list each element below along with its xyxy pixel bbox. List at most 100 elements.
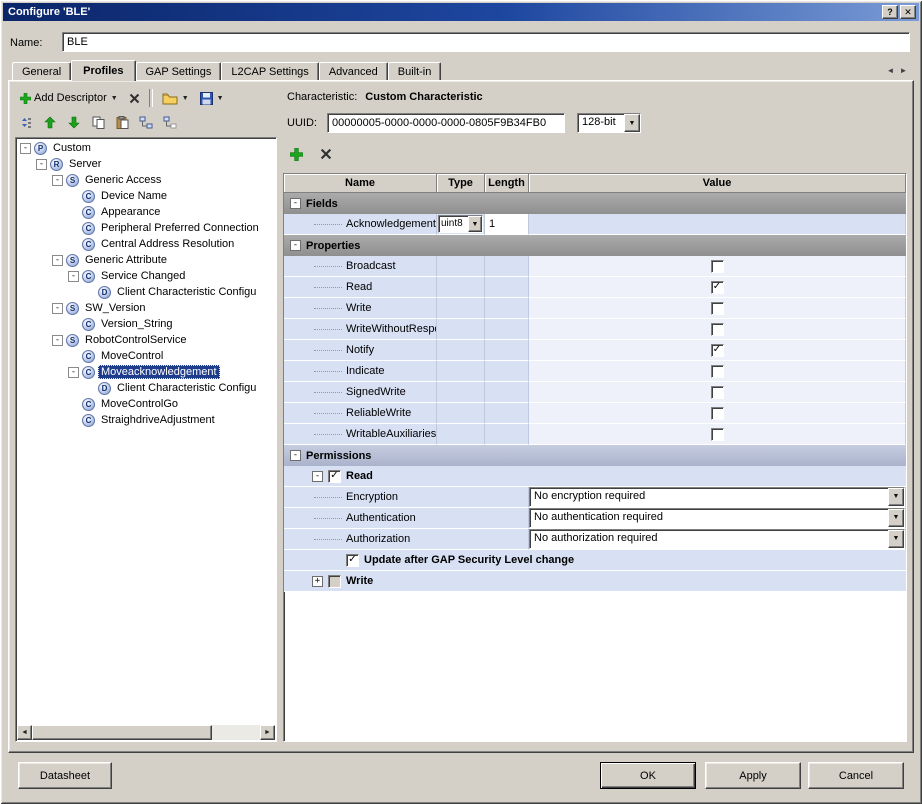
copy-button[interactable] <box>87 112 109 132</box>
column-header-type[interactable]: Type <box>437 174 485 193</box>
section-expander-icon[interactable]: - <box>290 240 301 251</box>
tree-item[interactable]: C Central Address Resolution <box>18 236 274 252</box>
cancel-button[interactable]: Cancel <box>808 762 904 789</box>
permission-group-read[interactable]: - ✓ Read <box>284 466 906 487</box>
add-descriptor-button[interactable]: Add Descriptor ▼ <box>15 89 123 107</box>
checkbox[interactable]: ✓ <box>346 553 359 567</box>
add-field-button[interactable] <box>285 144 307 164</box>
checkbox[interactable] <box>710 427 724 441</box>
tree-item[interactable]: D Client Characteristic Configu <box>18 284 274 300</box>
property-value-cell[interactable] <box>529 382 906 403</box>
tree-item[interactable]: C MoveControlGo <box>18 396 274 412</box>
tree-item[interactable]: - S SW_Version <box>18 300 274 316</box>
property-value-cell[interactable] <box>529 298 906 319</box>
authorization-combo[interactable]: No authorization required ▼ <box>529 529 905 549</box>
datasheet-button[interactable]: Datasheet <box>18 762 112 789</box>
permission-expander-icon[interactable]: - <box>312 470 323 482</box>
checkbox[interactable] <box>710 322 724 336</box>
name-input[interactable] <box>62 32 910 52</box>
tree-item[interactable]: C Appearance <box>18 204 274 220</box>
property-value-cell[interactable] <box>529 256 906 277</box>
tree-item[interactable]: D Client Characteristic Configu <box>18 380 274 396</box>
tree-expander-icon[interactable]: - <box>68 366 79 378</box>
column-header-length[interactable]: Length <box>485 174 529 193</box>
tree-expander-icon[interactable]: - <box>52 254 63 266</box>
checkbox[interactable] <box>710 301 724 315</box>
tree-item[interactable]: - C Service Changed <box>18 268 274 284</box>
title-bar[interactable]: Configure 'BLE' ? ✕ <box>3 3 919 21</box>
tree-expander-icon[interactable]: - <box>20 142 31 154</box>
section-expander-icon[interactable]: - <box>290 450 301 461</box>
tree-item[interactable]: C Version_String <box>18 316 274 332</box>
checkbox[interactable] <box>710 259 724 273</box>
tab-profiles[interactable]: Profiles <box>71 60 136 81</box>
column-header-name[interactable]: Name <box>284 174 437 193</box>
save-button[interactable]: ▼ <box>195 89 229 108</box>
tab-scroll-right-icon[interactable]: ► <box>897 62 910 78</box>
sort-button[interactable] <box>15 112 37 132</box>
tree-item[interactable]: - C Moveacknowledgement <box>18 364 274 380</box>
uuid-size-combo[interactable]: 128-bit ▼ <box>577 113 641 133</box>
section-header-fields[interactable]: - Fields <box>284 193 906 214</box>
field-value-cell[interactable] <box>529 214 906 235</box>
section-header-permissions[interactable]: - Permissions <box>284 445 906 466</box>
dropdown-arrow-icon[interactable]: ▼ <box>468 216 482 232</box>
property-value-cell[interactable] <box>529 361 906 382</box>
tree-item[interactable]: - R Server <box>18 156 274 172</box>
authentication-combo[interactable]: No authentication required ▼ <box>529 508 905 528</box>
tree-item[interactable]: C Device Name <box>18 188 274 204</box>
type-combo[interactable]: uint8 ▼ <box>438 215 483 233</box>
property-value-cell[interactable]: ✓ <box>529 277 906 298</box>
checkbox[interactable] <box>710 385 724 399</box>
property-value-cell[interactable] <box>529 319 906 340</box>
save-dropdown-icon[interactable]: ▼ <box>216 95 224 102</box>
tree-item[interactable]: C MoveControl <box>18 348 274 364</box>
ok-button[interactable]: OK <box>600 762 696 789</box>
tree-item[interactable]: - S Generic Attribute <box>18 252 274 268</box>
permission-check-row[interactable]: ✓ Update after GAP Security Level change <box>284 550 906 571</box>
section-header-properties[interactable]: - Properties <box>284 235 906 256</box>
uuid-size-dropdown-icon[interactable]: ▼ <box>624 114 640 132</box>
move-down-button[interactable] <box>63 112 85 132</box>
field-type-cell[interactable]: uint8 ▼ <box>437 214 485 235</box>
column-header-value[interactable]: Value <box>529 174 906 193</box>
permission-group-write[interactable]: + Write <box>284 571 906 592</box>
checkbox[interactable]: ✓ <box>710 280 724 294</box>
scroll-thumb[interactable] <box>32 725 212 740</box>
tree-item[interactable]: C StraighdriveAdjustment <box>18 412 274 428</box>
tree-item[interactable]: C Peripheral Preferred Connection <box>18 220 274 236</box>
apply-button[interactable]: Apply <box>705 762 801 789</box>
scroll-right-icon[interactable]: ► <box>260 725 275 740</box>
dropdown-arrow-icon[interactable]: ▼ <box>888 529 904 548</box>
tab-l2cap-settings[interactable]: L2CAP Settings <box>221 62 319 80</box>
tab-scroll-left-icon[interactable]: ◄ <box>884 62 897 78</box>
delete-descriptor-button[interactable] <box>124 90 145 107</box>
open-dropdown-icon[interactable]: ▼ <box>181 95 189 102</box>
dropdown-arrow-icon[interactable]: ▼ <box>888 508 904 527</box>
checkbox[interactable]: ✓ <box>328 469 341 483</box>
delete-field-button[interactable] <box>315 144 337 164</box>
permission-expander-icon[interactable]: + <box>312 575 323 587</box>
checkbox[interactable] <box>710 364 724 378</box>
field-name-cell[interactable]: Acknowledgement <box>284 214 437 235</box>
tree-item[interactable]: - S Generic Access <box>18 172 274 188</box>
insert-node-button[interactable] <box>135 112 157 132</box>
tree-expander-icon[interactable]: - <box>52 302 63 314</box>
tree-expander-icon[interactable]: - <box>52 334 63 346</box>
tab-built-in[interactable]: Built-in <box>387 62 442 80</box>
paste-button[interactable] <box>111 112 133 132</box>
help-button[interactable]: ? <box>882 5 898 19</box>
add-descriptor-dropdown-icon[interactable]: ▼ <box>110 95 118 102</box>
dropdown-arrow-icon[interactable]: ▼ <box>888 487 904 506</box>
property-value-cell[interactable] <box>529 424 906 445</box>
tree-expander-icon[interactable]: - <box>52 174 63 186</box>
tree-expander-icon[interactable]: - <box>68 270 79 282</box>
field-length-cell[interactable]: 1 <box>485 214 529 235</box>
tree-item[interactable]: - S RobotControlService <box>18 332 274 348</box>
open-button[interactable]: ▼ <box>157 89 194 108</box>
scroll-left-icon[interactable]: ◄ <box>17 725 32 740</box>
move-up-button[interactable] <box>39 112 61 132</box>
property-value-cell[interactable] <box>529 403 906 424</box>
tree-hscrollbar[interactable]: ◄ ► <box>17 725 275 740</box>
tree-expander-icon[interactable]: - <box>36 158 47 170</box>
